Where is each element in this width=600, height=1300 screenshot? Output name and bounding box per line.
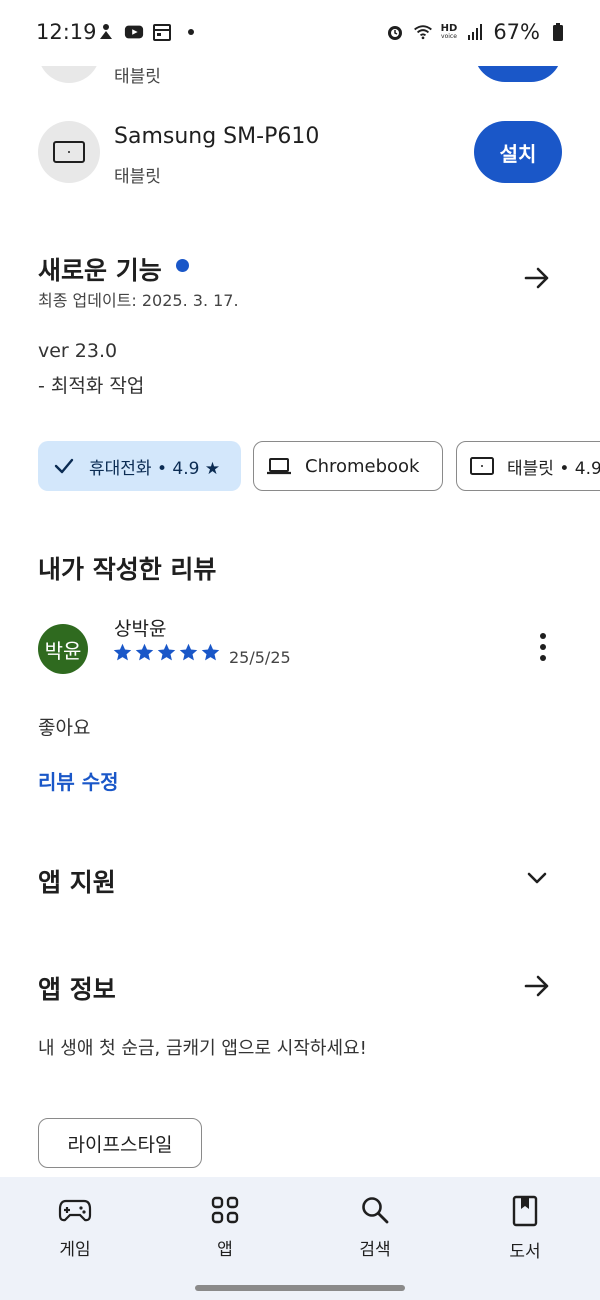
battery-icon (548, 22, 568, 42)
release-note: - 최적화 작업 (38, 375, 145, 397)
youtube-icon (124, 22, 144, 42)
chip-tablet[interactable]: 태블릿 • 4.9 (456, 441, 600, 491)
edit-review-link[interactable]: 리뷰 수정 (38, 766, 119, 795)
chip-label: Chromebook (305, 455, 420, 477)
app-info-title: 앱 정보 (38, 975, 116, 1004)
search-icon (362, 1197, 389, 1224)
calendar-icon (152, 22, 172, 42)
nav-label: 검색 (359, 1240, 391, 1260)
nav-games[interactable]: 게임 (35, 1195, 115, 1260)
tablet-icon-circle (38, 121, 100, 183)
nav-apps[interactable]: 앱 (185, 1195, 265, 1260)
signal-icon (465, 22, 485, 42)
book-icon (512, 1195, 538, 1227)
review-body: 좋아요 (38, 717, 91, 739)
new-indicator-dot (176, 259, 189, 272)
chip-chromebook[interactable]: Chromebook (253, 441, 443, 491)
nav-label: 도서 (509, 1242, 541, 1262)
more-vert-icon[interactable] (537, 632, 549, 662)
alarm-icon (385, 22, 405, 42)
nav-search[interactable]: 검색 (335, 1195, 415, 1260)
star-icon (179, 643, 198, 661)
tablet-icon (470, 457, 494, 475)
device-name: Samsung SM-P610 (114, 124, 320, 149)
version-text: ver 23.0 (38, 340, 118, 362)
notification-icons (96, 22, 194, 42)
check-icon (54, 458, 74, 474)
home-indicator[interactable] (195, 1285, 405, 1291)
star-icon (201, 643, 220, 661)
bottom-nav: 게임 앱 검색 도서 (0, 1177, 600, 1300)
star-rating (112, 642, 221, 663)
tablet-icon (53, 141, 85, 163)
review-date: 25/5/25 (229, 648, 291, 667)
hd-voice-icon: HD voice (440, 23, 458, 40)
install-button[interactable]: 설치 (474, 121, 562, 183)
app-description: 내 생애 첫 순금, 금캐기 앱으로 시작하세요! (38, 1038, 367, 1059)
person-network-icon (96, 22, 116, 42)
clock: 12:19 (36, 20, 97, 44)
gamepad-icon (58, 1199, 92, 1222)
reviewer-name: 상박윤 (114, 618, 167, 640)
nav-label: 앱 (217, 1240, 233, 1260)
arrow-right-icon[interactable] (522, 263, 552, 293)
nav-label: 게임 (59, 1240, 91, 1260)
whats-new-title: 새로운 기능 (38, 256, 162, 285)
apps-grid-icon (211, 1196, 239, 1224)
battery-percent: 67% (493, 20, 540, 44)
my-review-title: 내가 작성한 리뷰 (38, 555, 217, 584)
wifi-icon (413, 22, 433, 42)
last-updated: 최종 업데이트: 2025. 3. 17. (38, 291, 239, 310)
device-row: Samsung SM-P610 태블릿 설치 (0, 110, 600, 210)
chip-label: 휴대전화 • 4.9 ★ (89, 458, 221, 479)
avatar: 박윤 (38, 624, 88, 674)
nav-books[interactable]: 도서 (485, 1195, 565, 1262)
chevron-down-icon[interactable] (524, 865, 550, 891)
star-icon (113, 643, 132, 661)
app-support-title: 앱 지원 (38, 868, 116, 897)
category-chip[interactable]: 라이프스타일 (38, 1118, 202, 1168)
status-bar: 12:19 HD voice 67% (0, 0, 600, 66)
more-notifications-dot (188, 29, 194, 35)
star-icon (157, 643, 176, 661)
arrow-right-icon[interactable] (522, 971, 552, 1001)
star-icon (135, 643, 154, 661)
chip-phone[interactable]: 휴대전화 • 4.9 ★ (38, 441, 241, 491)
laptop-icon (267, 458, 291, 475)
chip-label: 태블릿 • 4.9 (507, 458, 600, 479)
device-type: 태블릿 (114, 167, 161, 187)
system-icons: HD voice 67% (385, 20, 568, 44)
